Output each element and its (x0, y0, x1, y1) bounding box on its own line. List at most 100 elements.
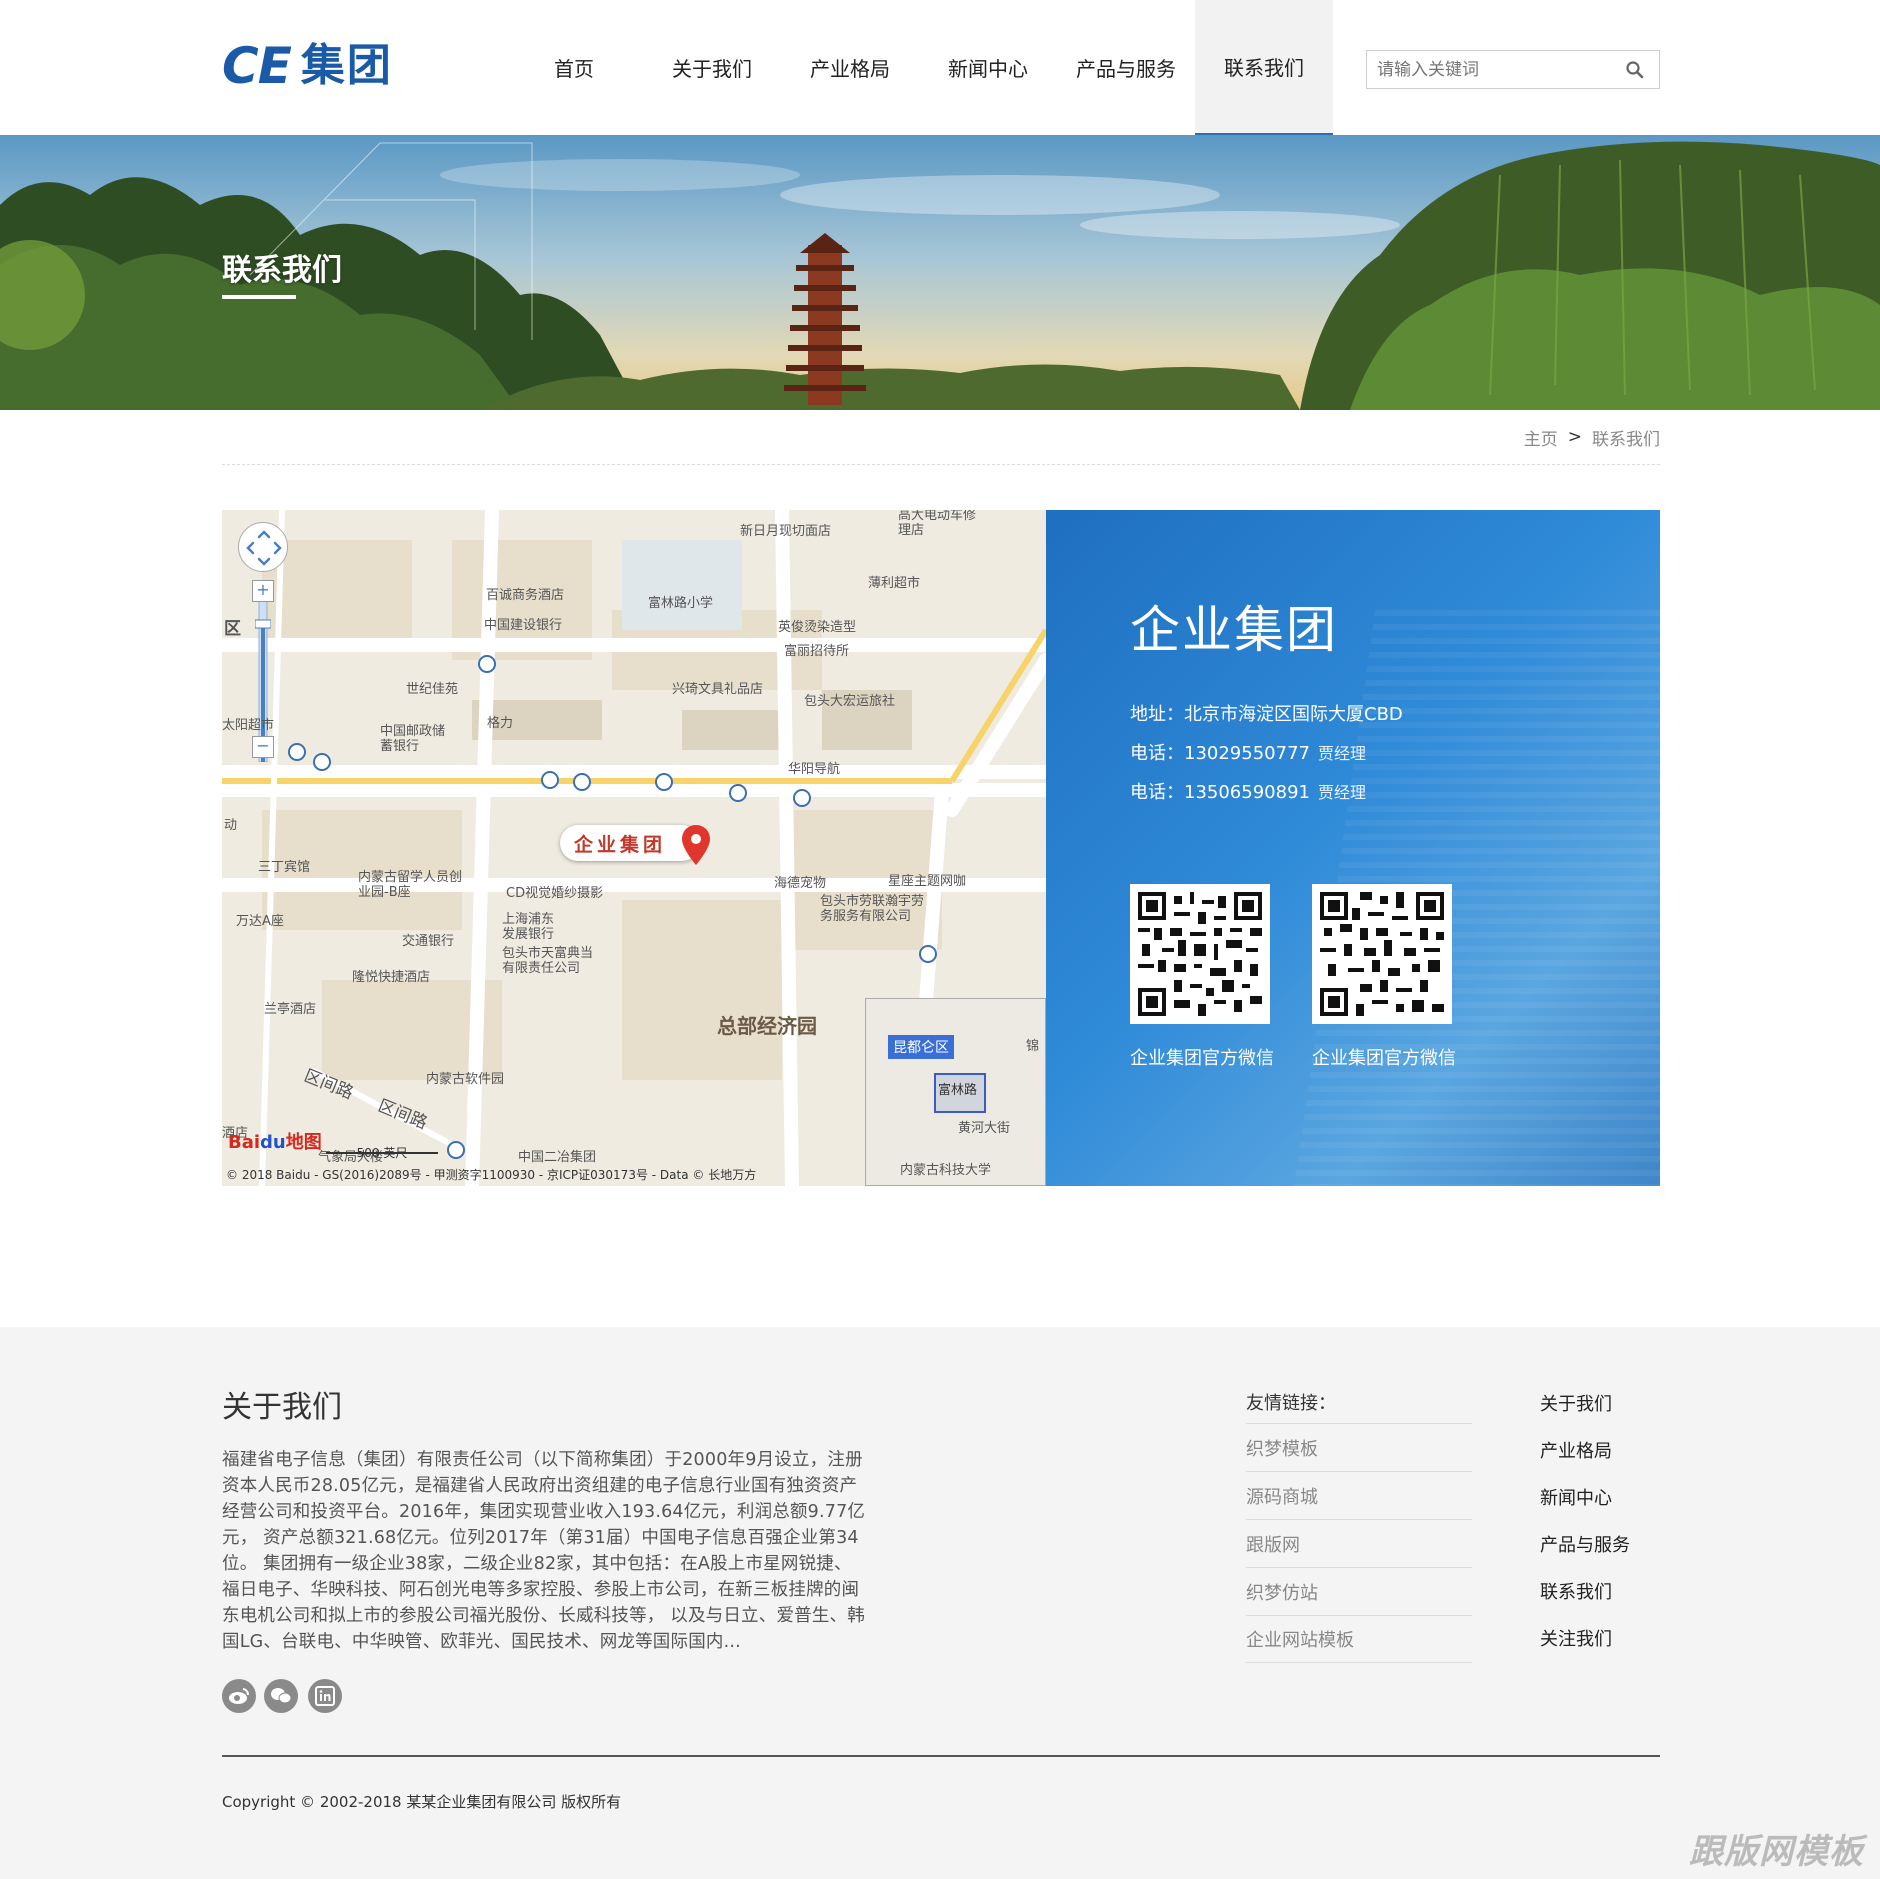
map-poi-label: 区 (224, 619, 241, 639)
map-poi-label: 兴琦文具礼品店 (672, 682, 764, 697)
footer-nav-products[interactable]: 产品与服务 (1540, 1520, 1630, 1567)
map-poi-label: 英俊烫染造型 (778, 620, 857, 635)
contact-phone-1: 电话：13029550777 贾经理 (1130, 743, 1366, 764)
map-zoom-in-button[interactable]: + (252, 580, 274, 602)
footer-nav-about[interactable]: 关于我们 (1540, 1379, 1630, 1426)
nav-item-products[interactable]: 产品与服务 (1057, 0, 1195, 135)
map-poi-label: 上海浦东发展银行 (502, 912, 555, 942)
map-poi-label: 包头市劳联瀚宇劳务服务有限公司 (820, 894, 925, 924)
map-poi-label: 高大电动车修理店 (898, 510, 977, 538)
wechat-qr-code-1 (1130, 884, 1270, 1024)
map-poi-label: 兰亭酒店 (264, 1002, 317, 1017)
map-poi-label: 交通银行 (402, 934, 455, 949)
site-logo[interactable]: CE 集团 (222, 40, 393, 92)
contact-address: 地址：北京市海淀区国际大厦CBD (1130, 704, 1403, 725)
friend-link[interactable]: 跟版网 (1246, 1519, 1472, 1567)
map-copyright: © 2018 Baidu - GS(2016)2089号 - 甲测资字11009… (226, 1168, 757, 1182)
map-district-label: 总部经济园 (717, 1014, 817, 1038)
friend-link[interactable]: 织梦仿站 (1246, 1567, 1472, 1615)
nav-item-home[interactable]: 首页 (505, 0, 643, 135)
overview-road-label: 黄河大街 (958, 1121, 1011, 1136)
logo-ce-text: CE (222, 37, 292, 95)
map-poi-label: 中国邮政储蓄银行 (380, 724, 446, 754)
overview-viewport-box[interactable]: 富林路 (934, 1073, 986, 1113)
footer-about-text: 福建省电子信息（集团）有限责任公司（以下简称集团）于2000年9月设立，注册资本… (222, 1450, 866, 1652)
qr-label-1: 企业集团官方微信 (1130, 1048, 1274, 1069)
map-poi-label: 富林路小学 (648, 596, 714, 611)
map-poi-label: 包头市天富典当有限责任公司 (502, 946, 594, 976)
main-nav: 首页 关于我们 产业格局 新闻中心 产品与服务 联系我们 (505, 0, 1333, 135)
qr-code-image (1138, 892, 1262, 1016)
footer-about-title: 关于我们 (222, 1390, 342, 1425)
map-poi-label: 海德宠物 (774, 876, 827, 891)
footer-copyright: Copyright © 2002-2018 某某企业集团有限公司 版权所有 (222, 1793, 622, 1811)
map-poi-label: 星座主题网咖 (888, 874, 967, 889)
map-poi-label: CD视觉婚纱摄影 (506, 886, 604, 901)
search-input[interactable] (1367, 51, 1607, 88)
contact-phone-2: 电话：13506590891 贾经理 (1130, 782, 1366, 803)
breadcrumb: 主页 > 联系我们 (222, 410, 1660, 465)
map-poi-label: 内蒙古软件园 (426, 1072, 505, 1087)
map-poi-label: 薄利超市 (868, 576, 921, 591)
map-poi-label: 包头大宏运旅社 (804, 694, 896, 709)
breadcrumb-separator: > (1567, 427, 1582, 447)
map-company-marker[interactable]: 企业集团 (560, 825, 701, 861)
friend-link[interactable]: 源码商城 (1246, 1471, 1472, 1519)
banner-title: 联系我们 (222, 253, 342, 288)
weibo-icon[interactable] (222, 1679, 256, 1713)
map-zoom-out-button[interactable]: − (252, 736, 274, 758)
footer-nav: 关于我们 产业格局 新闻中心 产品与服务 联系我们 关注我们 (1540, 1379, 1630, 1661)
logo-group-text: 集团 (300, 40, 393, 91)
footer-nav-news[interactable]: 新闻中心 (1540, 1473, 1630, 1520)
map-poi-label: 中国二冶集团 (518, 1150, 597, 1165)
map-poi-label: 三丁宾馆 (258, 860, 311, 875)
map-poi-label: 格力 (487, 716, 514, 731)
site-footer: 关于我们 福建省电子信息（集团）有限责任公司（以下简称集团）于2000年9月设立… (0, 1327, 1880, 1879)
site-watermark: 跟版网模板 (1689, 1832, 1864, 1872)
footer-nav-follow[interactable]: 关注我们 (1540, 1614, 1630, 1661)
footer-divider (222, 1755, 1660, 1757)
baidu-map[interactable]: + − 新日月现切面店 高大电动车修理店 薄利超市 百诚商务酒店 富林路小学 中… (222, 510, 1046, 1186)
map-poi-label: 中国建设银行 (484, 618, 563, 633)
nav-item-about[interactable]: 关于我们 (643, 0, 781, 135)
qr-code-image (1320, 892, 1444, 1016)
friend-link[interactable]: 织梦模板 (1246, 1423, 1472, 1471)
map-poi-label: 隆悦快捷酒店 (352, 970, 431, 985)
friend-link[interactable]: 企业网站模板 (1246, 1615, 1472, 1663)
friend-links-title: 友情链接： (1246, 1393, 1336, 1414)
overview-poi-label: 锦 (1026, 1039, 1040, 1054)
footer-nav-contact[interactable]: 联系我们 (1540, 1567, 1630, 1614)
map-pin-icon[interactable] (682, 825, 710, 865)
nav-item-news[interactable]: 新闻中心 (919, 0, 1057, 135)
map-zoom-slider[interactable] (255, 580, 271, 762)
map-poi-label: 太阳超市 (222, 718, 275, 733)
qr-label-2: 企业集团官方微信 (1312, 1048, 1456, 1069)
map-pan-control[interactable] (238, 522, 288, 572)
contact-panel: 企业集团 地址：北京市海淀区国际大厦CBD 电话：13029550777 贾经理 … (1046, 510, 1660, 1186)
map-poi-label: 富丽招待所 (784, 644, 850, 659)
wechat-qr-code-2 (1312, 884, 1452, 1024)
overview-district-label: 昆都仑区 (888, 1035, 954, 1059)
map-poi-label: 华阳导航 (788, 762, 841, 777)
contact-company-name: 企业集团 (1130, 601, 1338, 659)
search-icon[interactable] (1625, 60, 1645, 80)
page-banner: 联系我们 (0, 135, 1880, 410)
footer-nav-industry[interactable]: 产业格局 (1540, 1426, 1630, 1473)
breadcrumb-current[interactable]: 联系我们 (1592, 425, 1660, 450)
map-poi-label: 万达A座 (236, 914, 284, 929)
nav-item-contact[interactable]: 联系我们 (1195, 0, 1333, 135)
linkedin-icon[interactable] (308, 1679, 342, 1713)
wechat-icon[interactable] (264, 1679, 298, 1713)
map-poi-label: 内蒙古留学人员创业园-B座 (358, 870, 463, 900)
map-poi-label: 世纪佳苑 (406, 682, 459, 697)
nav-item-industry[interactable]: 产业格局 (781, 0, 919, 135)
friend-links-list: 织梦模板 源码商城 跟版网 织梦仿站 企业网站模板 (1246, 1423, 1472, 1663)
map-poi-label: 动 (224, 818, 238, 833)
banner-title-underline (222, 295, 296, 299)
map-poi-label: 百诚商务酒店 (486, 588, 565, 603)
map-overview-panel[interactable]: 昆都仑区 富林路 黄河大街 内蒙古科技大学 锦 (865, 998, 1046, 1186)
breadcrumb-home-link[interactable]: 主页 (1524, 425, 1558, 450)
search-box (1366, 50, 1660, 89)
overview-poi-label: 内蒙古科技大学 (900, 1163, 992, 1178)
pan-arrows-icon (246, 530, 282, 566)
